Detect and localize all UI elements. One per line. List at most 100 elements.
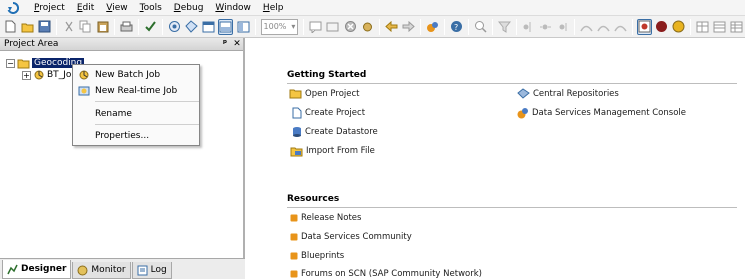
link-create-project[interactable]: Create Project [292,107,365,119]
link-blueprints[interactable]: Blueprints [290,251,344,261]
menu-item-new-batch-job[interactable]: New Batch Job [73,67,199,83]
expand-icon[interactable]: + [22,70,31,80]
tab-label: Designer [21,264,67,274]
link-label: Central Repositories [533,88,619,99]
step-into-icon[interactable] [521,19,536,35]
cut-icon[interactable] [61,19,76,35]
table-view-icon[interactable] [729,19,744,35]
annotation-icon[interactable] [325,19,340,35]
svg-text:?: ? [454,23,458,32]
tab-monitor[interactable]: Monitor [72,262,131,279]
menu-item-new-real-time-job[interactable]: New Real-time Job [73,83,199,99]
step-out-icon[interactable] [555,19,570,35]
toolbar-separator [515,18,517,35]
menu-item-label: New Real-time Job [95,86,178,96]
menu-edit[interactable]: Edit [71,3,100,13]
link-central-repositories[interactable]: Central Repositories [517,88,619,99]
link-import-from-file[interactable]: Import From File [290,145,375,157]
tab-label: Log [150,265,167,275]
management-console-icon[interactable] [425,19,440,35]
datastore-icon [292,126,302,138]
toolbar-separator [631,18,633,35]
save-all-icon[interactable] [37,19,52,35]
central-repo-icon[interactable] [235,19,250,35]
menu-project[interactable]: Project [28,3,71,13]
menu-view[interactable]: View [100,3,133,13]
forward-arrow-icon[interactable] [401,19,416,35]
link-label: Release Notes [301,213,362,223]
output-window-icon[interactable] [218,18,234,35]
real-time-job-icon [73,85,95,97]
validate-icon[interactable] [143,19,158,35]
link-forums-on-scn[interactable]: Forums on SCN (SAP Community Network) [290,269,482,279]
object-library-icon[interactable] [167,19,182,35]
help-icon[interactable]: ? [449,19,464,35]
bottom-tab-bar: Designer Monitor Log [0,258,245,279]
new-file-icon[interactable] [3,19,18,35]
bullet-icon [290,270,298,278]
open-folder-icon[interactable] [20,19,35,35]
open-folder-icon [289,88,302,99]
disable-breakpoint-icon[interactable] [596,19,611,35]
link-label: Data Services Management Console [532,108,686,118]
back-arrow-icon[interactable] [384,19,399,35]
audit-icon[interactable] [671,19,686,35]
debug-icon[interactable] [360,19,375,35]
menu-tools[interactable]: Tools [134,3,168,13]
menu-debug[interactable]: Debug [168,3,210,13]
link-label: Open Project [305,88,360,99]
step-over-icon[interactable] [538,19,553,35]
menu-help[interactable]: Help [257,3,290,13]
management-console-icon [517,107,529,119]
toolbar-separator [378,18,380,35]
toolbar: 100% ▾ ? [0,16,745,38]
context-menu: New Batch Job New Real-time Job Rename P… [72,64,200,146]
print-icon[interactable] [119,19,134,35]
menu-separator [95,124,199,125]
app-logo-icon [6,1,20,15]
close-icon[interactable]: ✕ [231,39,243,49]
project-area-title: Project Area [4,39,59,49]
variables-icon[interactable] [184,19,199,35]
breakpoint-icon[interactable] [579,19,594,35]
list-view-icon[interactable] [712,19,727,35]
copy-icon[interactable] [78,19,93,35]
menu-item-rename[interactable]: Rename [73,106,199,122]
tree-node-bt-job[interactable]: + BT_Jo [22,69,71,81]
menu-window[interactable]: Window [209,3,257,13]
link-data-services-community[interactable]: Data Services Community [290,232,412,242]
menu-item-label: Rename [95,109,132,119]
batch-job-icon [73,69,95,81]
view-data-icon[interactable] [654,19,669,35]
project-area-toggle-icon[interactable] [201,19,216,35]
filter-icon[interactable] [497,19,512,35]
grid-view-icon[interactable] [695,19,710,35]
new-document-icon [292,107,302,119]
designer-icon [7,264,18,275]
menu-bar: Project Edit View Tools Debug Window Hel… [0,0,745,16]
link-create-datastore[interactable]: Create Datastore [292,126,378,138]
zoom-select[interactable]: 100% ▾ [260,18,299,35]
view-design-icon[interactable] [636,18,653,35]
link-management-console[interactable]: Data Services Management Console [517,107,686,119]
divider [287,83,737,84]
batch-job-icon [33,69,45,81]
folder-icon [17,58,30,69]
tab-designer[interactable]: Designer [2,260,72,279]
resources-title: Resources [287,194,340,204]
divider [287,207,737,208]
link-open-project[interactable]: Open Project [289,88,360,99]
pin-icon[interactable]: ᵖ [219,39,231,49]
collapse-icon[interactable]: − [6,58,15,68]
comment-icon[interactable] [308,19,323,35]
tab-log[interactable]: Log [131,262,172,279]
paste-icon[interactable] [95,19,110,35]
stop-icon[interactable] [343,19,358,35]
log-icon [137,265,148,276]
menu-item-label: New Batch Job [95,70,161,80]
toolbar-separator [443,18,445,35]
clear-breakpoints-icon[interactable] [613,19,628,35]
zoom-tool-icon[interactable] [473,19,488,35]
menu-item-properties[interactable]: Properties... [73,128,199,144]
link-release-notes[interactable]: Release Notes [290,213,361,223]
